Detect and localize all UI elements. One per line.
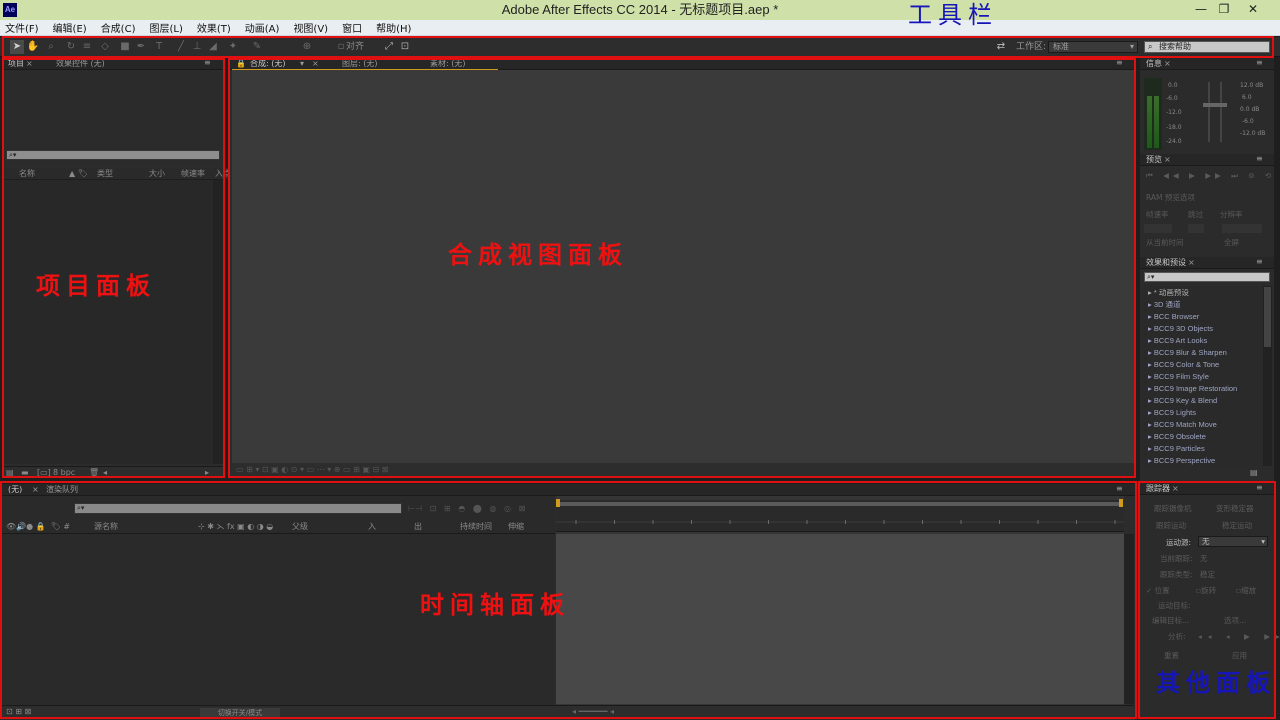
preview-ram-options[interactable]: RAM 预览选项 (1146, 193, 1195, 203)
panel-menu-icon[interactable]: ≡ (1256, 58, 1263, 67)
effects-list-item[interactable]: ▸ BCC9 Key & Blend (1148, 395, 1217, 406)
audio-level-3: -18.0 (1166, 124, 1182, 131)
audio-level-0: 0.0 (1168, 82, 1178, 89)
audio-meter-right (1154, 96, 1159, 148)
effects-list-item[interactable]: ▸ BCC9 Image Restoration (1148, 383, 1237, 394)
effects-item-label: * 动画预设 (1153, 288, 1189, 297)
annotation-project-panel: 项目面板 (36, 272, 156, 300)
effects-list: ▸ * 动画预设 ▸ 3D 通道 ▸ BCC Browser ▸ BCC9 3D… (1142, 286, 1262, 466)
audio-meter-left (1147, 96, 1152, 148)
menu-composition[interactable]: 合成(C) (101, 20, 136, 35)
menu-layer[interactable]: 图层(L) (149, 20, 182, 35)
effects-list-item[interactable]: ▸ BCC9 Obsolete (1148, 431, 1206, 442)
effects-item-label: BCC9 Key & Blend (1153, 396, 1218, 405)
effects-item-label: BCC9 Lights (1153, 408, 1196, 417)
preview-playback-controls[interactable]: ⏮ ◀◀ ▶ ▶▶ ⏭ ⊚ ⟲ ≡ (1146, 171, 1280, 181)
menu-file[interactable]: 文件(F) (5, 20, 39, 35)
effects-list-item[interactable]: ▸ BCC9 Color & Tone (1148, 359, 1219, 370)
effects-item-label: BCC9 Particles (1153, 444, 1205, 453)
effects-item-label: BCC9 Film Style (1153, 372, 1209, 381)
effects-list-item[interactable]: ▸ BCC Browser (1148, 311, 1199, 322)
effects-item-label: BCC9 Match Move (1153, 420, 1217, 429)
effects-list-item[interactable]: ▸ BCC9 Art Looks (1148, 335, 1207, 346)
panel-menu-icon[interactable]: ≡ (1256, 257, 1263, 266)
audio-level-1: -6.0 (1166, 95, 1178, 102)
preview-fps-label: 帧速率 (1146, 210, 1169, 219)
project-panel-highlight-frame (2, 58, 225, 478)
audio-level-2: -12.0 (1166, 109, 1182, 116)
annotation-toolbar: 工具栏 (908, 1, 998, 29)
effects-item-label: BCC9 Obsolete (1153, 432, 1206, 441)
close-icon[interactable]: × (1164, 155, 1171, 165)
audio-slider-thumb[interactable] (1203, 103, 1215, 107)
effects-list-item[interactable]: ▸ BCC9 Particles (1148, 443, 1205, 454)
audio-db-2: 0.0 dB (1240, 106, 1260, 113)
preview-from-current[interactable]: 从当前时间 (1146, 238, 1184, 248)
window-title: Adobe After Effects CC 2014 - 无标题项目.aep … (501, 2, 779, 17)
menu-window[interactable]: 窗口 (342, 20, 362, 35)
effects-list-item[interactable]: ▸ BCC9 3D Objects (1148, 323, 1213, 334)
effects-search-input[interactable]: ⌕▾ (1144, 272, 1270, 282)
audio-db-3: -6.0 (1242, 118, 1254, 125)
effects-item-label: BCC9 3D Objects (1153, 324, 1214, 333)
effects-list-item[interactable]: ▸ * 动画预设 (1148, 287, 1189, 298)
effects-item-label: BCC9 Blur & Sharpen (1153, 348, 1227, 357)
effects-list-item[interactable]: ▸ BCC9 Match Move (1148, 419, 1217, 430)
preview-resolution-select[interactable] (1222, 224, 1262, 233)
audio-slider-thumb[interactable] (1215, 103, 1227, 107)
effects-list-item[interactable]: ▸ BCC9 Film Style (1148, 371, 1209, 382)
effects-item-label: BCC Browser (1153, 312, 1200, 321)
annotation-other-panels: 其他面板 (1156, 669, 1276, 697)
menu-view[interactable]: 视图(V) (293, 20, 328, 35)
comp-panel-highlight-frame (228, 58, 1136, 478)
preview-fullscreen[interactable]: 全屏 (1224, 238, 1239, 248)
close-icon[interactable]: × (1164, 59, 1171, 69)
panel-menu-icon[interactable]: ≡ (1256, 154, 1263, 163)
preview-skip-select[interactable] (1188, 224, 1204, 233)
close-icon[interactable]: × (1188, 258, 1195, 268)
effects-item-label: BCC9 Image Restoration (1153, 384, 1238, 393)
preview-resolution-label: 分辨率 (1220, 210, 1243, 219)
effects-list-item[interactable]: ▸ BCC9 Lights (1148, 407, 1196, 418)
audio-level-4: -24.0 (1166, 138, 1182, 145)
audio-slider-right[interactable] (1220, 82, 1222, 142)
tab-preview[interactable]: 预览 (1146, 155, 1162, 165)
new-preset-icon[interactable]: ▤ (1250, 468, 1258, 477)
effects-list-item[interactable]: ▸ BCC9 Blur & Sharpen (1148, 347, 1227, 358)
menu-effect[interactable]: 效果(T) (197, 20, 231, 35)
menu-help[interactable]: 帮助(H) (376, 20, 411, 35)
effects-item-label: BCC9 Perspective (1153, 456, 1216, 465)
menu-animation[interactable]: 动画(A) (245, 20, 280, 35)
audio-db-1: 6.0 (1242, 94, 1252, 101)
effects-list-item[interactable]: ▸ BCC9 Perspective (1148, 455, 1215, 466)
effects-item-label: BCC9 Color & Tone (1153, 360, 1220, 369)
annotation-comp-panel: 合成视图面板 (448, 241, 628, 269)
toolbar-highlight-frame (2, 36, 1274, 58)
preview-skip-label: 跳过 (1188, 210, 1203, 219)
tab-info[interactable]: 信息 (1146, 59, 1162, 69)
menu-bar: 文件(F) 编辑(E) 合成(C) 图层(L) 效果(T) 动画(A) 视图(V… (0, 20, 1280, 36)
maximize-button[interactable]: ❐ (1211, 2, 1237, 17)
annotation-timeline-panel: 时间轴面板 (420, 591, 570, 619)
effects-item-label: BCC9 Art Looks (1153, 336, 1208, 345)
audio-db-4: -12.0 dB (1240, 130, 1266, 137)
audio-meter (1144, 78, 1162, 150)
effects-scroll-thumb[interactable] (1264, 287, 1271, 347)
audio-slider-left[interactable] (1208, 82, 1210, 142)
tab-effects-presets[interactable]: 效果和预设 (1146, 258, 1186, 268)
menu-edit[interactable]: 编辑(E) (53, 20, 87, 35)
effects-list-item[interactable]: ▸ 3D 通道 (1148, 299, 1181, 310)
preview-fps-select[interactable] (1144, 224, 1172, 233)
audio-db-0: 12.0 dB (1240, 82, 1264, 89)
effects-item-label: 3D 通道 (1153, 300, 1181, 309)
close-button[interactable]: ✕ (1240, 2, 1266, 17)
